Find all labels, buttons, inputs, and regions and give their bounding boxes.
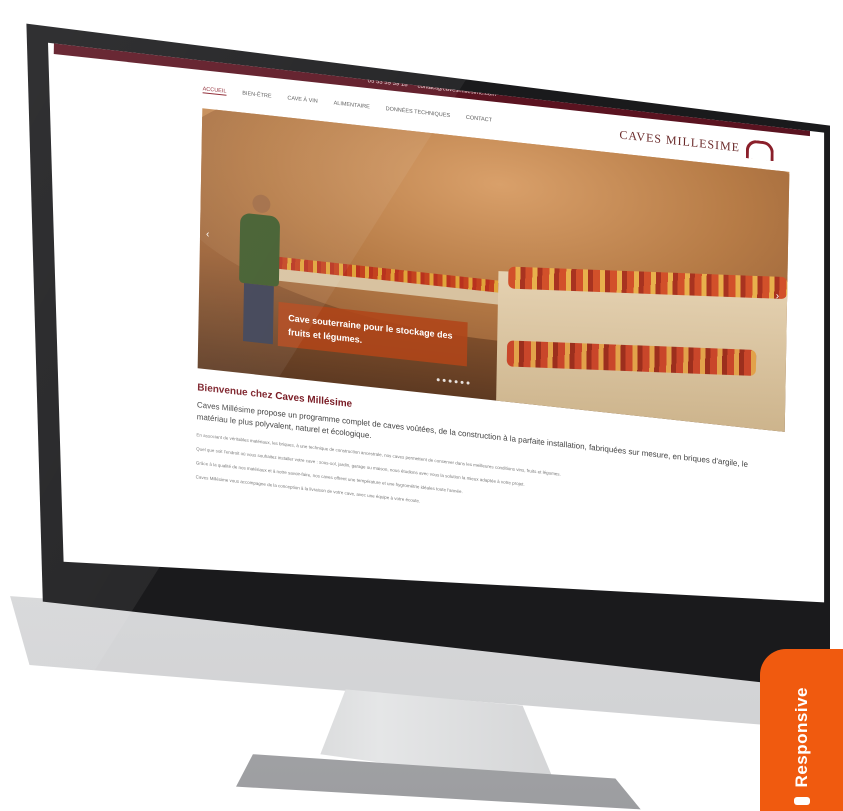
nav-item-donnees-techniques[interactable]: DONNÉES TECHNIQUES	[386, 106, 450, 120]
logo-arch-icon	[745, 138, 774, 161]
nav-item-alimentaire[interactable]: ALIMENTAIRE	[334, 100, 370, 111]
slider-dot[interactable]	[442, 378, 446, 383]
monitor-screen: 05 53 39 39 18 contact@cavesmillesime.co…	[48, 42, 825, 603]
website-page: 05 53 39 39 18 contact@cavesmillesime.co…	[48, 42, 811, 603]
slider-prev-icon[interactable]: ‹	[206, 229, 210, 240]
slider-dots	[436, 378, 470, 385]
nav-item-accueil[interactable]: ACCUEIL	[202, 85, 227, 96]
nav-item-contact[interactable]: CONTACT	[466, 114, 492, 124]
slider-dot[interactable]	[436, 378, 440, 382]
responsive-badge: Responsive	[760, 649, 843, 811]
slider-dot[interactable]	[460, 380, 464, 385]
slider-dot[interactable]	[454, 380, 458, 384]
slider-dot[interactable]	[466, 381, 470, 385]
slider-next-icon[interactable]: ›	[776, 291, 780, 302]
logo-text: CAVES MILLESIME	[619, 126, 741, 155]
badge-pill-icon	[793, 797, 810, 805]
nav-item-cave-a-vin[interactable]: CAVE À VIN	[287, 95, 317, 105]
slider-dot[interactable]	[448, 379, 452, 383]
nav-item-bien-etre[interactable]: BIEN-ÊTRE	[242, 90, 271, 100]
responsive-label: Responsive	[791, 686, 811, 787]
